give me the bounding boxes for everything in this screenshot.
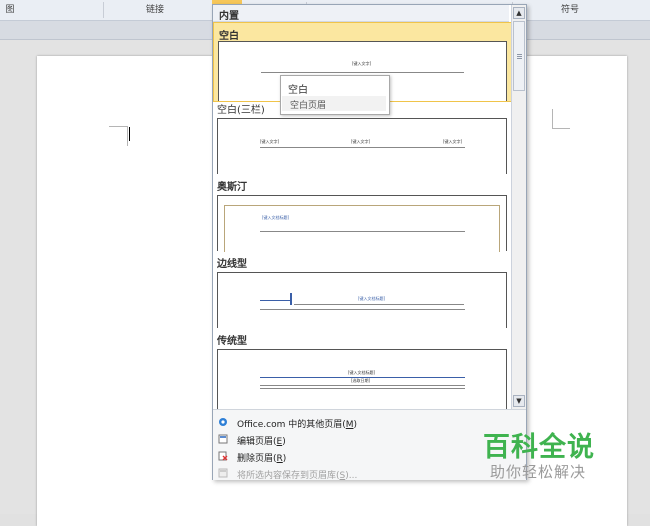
ribbon-divider	[103, 2, 104, 18]
thumbnail-rule	[260, 388, 465, 389]
gallery-menu: Office.com 中的其他页眉(M) 编辑页眉(E) 删除页眉(R) 将所选…	[213, 409, 526, 482]
thumbnail-text: [选取日期]	[351, 378, 371, 383]
thumbnail-text: [键入文字]	[351, 139, 371, 144]
menu-item-edit-header[interactable]: 编辑页眉(E)	[213, 431, 526, 448]
ribbon-group-links: 链接	[145, 5, 164, 15]
thumbnail-border	[224, 205, 500, 252]
grip-icon	[517, 54, 522, 55]
thumbnail-rule	[260, 147, 465, 148]
gallery-scrollbar[interactable]: ▲ ▼	[511, 5, 526, 409]
thumbnail-rule	[294, 304, 464, 305]
gallery-item-traditional[interactable]: [键入文档标题] [选取日期]	[217, 349, 507, 409]
gallery-item-title: 奥斯汀	[217, 182, 247, 193]
thumbnail-text: [键入文字]	[260, 139, 280, 144]
menu-item-label: Office.com 中的其他页眉(M)	[237, 420, 358, 430]
crop-mark	[552, 109, 553, 129]
thumbnail-rule	[260, 377, 465, 378]
thumbnail-rule	[260, 385, 465, 386]
gallery-item-title: 传统型	[217, 336, 247, 347]
scroll-up-button[interactable]: ▲	[513, 7, 525, 19]
ribbon-group-picture: 图	[5, 5, 15, 15]
thumbnail-rule	[260, 231, 465, 232]
ribbon-group-symbols: 符号	[560, 5, 579, 15]
header-gallery-dropdown: 内置 空白 [键入文字] 空白(三栏) [键入文字] [键入文字] [键入文字]…	[212, 4, 527, 482]
edit-header-icon	[218, 434, 228, 444]
crop-mark	[109, 126, 128, 127]
menu-item-label: 编辑页眉(E)	[237, 437, 286, 447]
tooltip-body: 空白页眉	[282, 96, 386, 111]
watermark-title: 百科全说	[483, 432, 595, 463]
thumbnail-rule	[261, 72, 464, 73]
gallery-list: 内置 空白 [键入文字] 空白(三栏) [键入文字] [键入文字] [键入文字]…	[213, 5, 511, 409]
office-icon	[218, 417, 228, 427]
thumbnail-marker	[290, 293, 292, 305]
tooltip-description: 空白页眉	[290, 101, 327, 111]
gallery-item-title: 空白	[219, 31, 239, 42]
menu-item-more-headers[interactable]: Office.com 中的其他页眉(M)	[213, 414, 526, 431]
gallery-item-austin[interactable]: [键入文档标题]	[217, 195, 507, 252]
watermark-subtitle: 助你轻松解决	[490, 463, 587, 481]
gallery-category-header: 内置	[213, 5, 509, 22]
thumbnail-rule	[260, 300, 290, 301]
gallery-tooltip: 空白 空白页眉	[280, 75, 390, 115]
gallery-item-sideline[interactable]: [键入文档标题]	[217, 272, 507, 328]
thumbnail-text: [键入文档标题]	[262, 215, 290, 220]
thumbnail-text: [键入文档标题]	[358, 296, 386, 301]
text-cursor	[129, 127, 130, 141]
gallery-item-title: 边线型	[217, 259, 247, 270]
menu-item-save-selection: 将所选内容保存到页眉库(S)...	[213, 465, 526, 482]
scroll-thumb[interactable]	[513, 21, 525, 91]
crop-mark	[127, 126, 128, 146]
gallery-item-blank-three-column[interactable]: [键入文字] [键入文字] [键入文字]	[217, 118, 507, 174]
thumbnail-text: [键入文字]	[352, 61, 372, 66]
scroll-down-button[interactable]: ▼	[513, 395, 525, 407]
thumbnail-rule	[260, 309, 465, 310]
menu-item-label: 将所选内容保存到页眉库(S)...	[237, 471, 358, 481]
watermark-logo: 百科全说 助你轻松解决	[483, 425, 613, 485]
menu-item-label: 删除页眉(R)	[237, 454, 287, 464]
menu-item-remove-header[interactable]: 删除页眉(R)	[213, 448, 526, 465]
delete-header-icon	[218, 451, 228, 461]
save-selection-icon	[218, 468, 228, 478]
crop-mark	[552, 128, 570, 129]
gallery-item-title: 空白(三栏)	[217, 105, 265, 116]
thumbnail-text: [键入文档标题]	[348, 370, 376, 375]
tooltip-title: 空白	[288, 85, 308, 96]
thumbnail-text: [键入文字]	[443, 139, 463, 144]
